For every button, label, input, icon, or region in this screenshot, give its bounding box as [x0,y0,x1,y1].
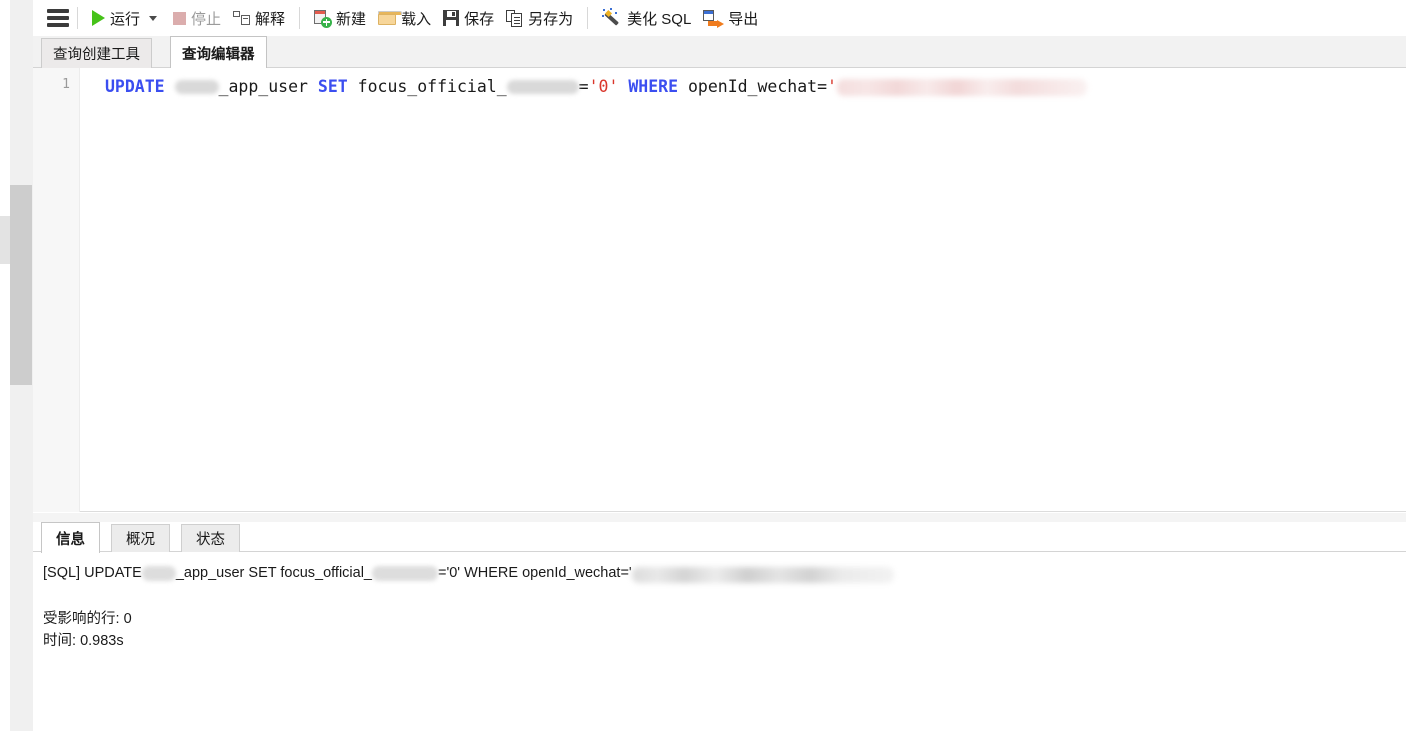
beautify-sql-button-label: 美化 SQL [627,10,692,28]
sql-where-op: = [817,77,828,96]
tab-query-builder[interactable]: 查询创建工具 [41,38,152,68]
new-button-label: 新建 [336,10,367,28]
redacted-where-value [836,79,1087,96]
affected-rows-value: 0 [123,611,132,627]
result-panel: 信息 概况 状态 [SQL] UPDATE _app_user SET focus… [33,522,1406,731]
line-number-gutter: 1 [33,68,80,512]
result-log: [SQL] UPDATE _app_user SET focus_official… [43,562,1393,652]
tab-info[interactable]: 信息 [41,522,100,553]
tab-query-editor[interactable]: 查询编辑器 [170,36,267,69]
explain-button[interactable]: 解释 [227,3,291,33]
log-spacer [43,584,1393,608]
load-button-label: 载入 [401,10,432,28]
log-sql-prefix: [SQL] UPDATE [43,565,142,581]
log-affected-rows: 受影响的行: 0 [43,608,1393,630]
tab-info-label: 信息 [56,531,85,548]
sql-set-value: '0' [588,77,619,96]
save-button-label: 保存 [464,10,495,28]
sql-code-line[interactable]: UPDATE _app_user SET focus_official_ ='0'… [105,77,1087,97]
time-value: 0.983s [80,633,124,649]
export-button[interactable]: 导出 [697,3,764,33]
sql-keyword-where: WHERE [628,77,679,96]
toolbar-separator [77,7,78,29]
hamburger-menu-icon[interactable] [47,8,69,28]
export-icon [703,10,725,28]
sql-table-suffix: _app_user [218,77,308,96]
panel-splitter[interactable] [33,513,1406,522]
log-elapsed-time: 时间: 0.983s [43,630,1393,652]
explain-icon [233,10,251,26]
sql-editor-window: 运行 停止 解释 新建 载入 保存 另存为 美化 SQL 导出 查询创建工具 查… [0,0,1406,731]
tab-query-builder-label: 查询创建工具 [53,47,140,63]
log-sql-line: [SQL] UPDATE _app_user SET focus_official… [43,562,1393,584]
sql-column-prefix: focus_official_ [357,77,507,96]
stop-icon [173,11,187,25]
tab-query-editor-label: 查询编辑器 [182,46,255,63]
run-button[interactable]: 运行 [86,3,167,33]
tab-status-label: 状态 [196,532,225,548]
editor-tab-bar: 查询创建工具 查询编辑器 [33,36,1406,69]
sql-where-column: openId_wechat [687,77,818,96]
play-icon [92,10,105,26]
export-button-label: 导出 [728,10,759,28]
new-file-icon [314,9,333,28]
line-number: 1 [62,77,70,92]
sql-keyword-update: UPDATE [105,77,165,96]
vertical-scrollbar-thumb[interactable] [10,185,32,385]
result-tab-bar: 信息 概况 状态 [33,522,1406,553]
panel-collapse-handle[interactable] [0,216,10,264]
main-toolbar: 运行 停止 解释 新建 载入 保存 另存为 美化 SQL 导出 [33,0,1406,36]
sql-editor-area[interactable]: 1 UPDATE _app_user SET focus_official_ ='… [33,68,1406,512]
stop-button[interactable]: 停止 [167,3,227,33]
save-as-button-label: 另存为 [528,10,574,28]
folder-icon [378,11,403,25]
save-as-button[interactable]: 另存为 [500,3,579,33]
sql-where-quote: ' [827,77,837,96]
run-button-label: 运行 [110,10,141,28]
toolbar-separator [587,7,589,29]
magic-wand-icon [602,8,622,27]
sql-assign-op: = [578,77,589,96]
redacted-log-column-suffix [372,565,438,581]
redacted-column-suffix [506,79,579,94]
redacted-table-prefix [174,79,219,94]
log-sql-mid1: _app_user SET focus_official_ [175,565,372,581]
tab-profile-label: 概况 [126,532,155,548]
beautify-sql-button[interactable]: 美化 SQL [596,3,697,33]
redacted-log-table-prefix [141,565,176,581]
sql-keyword-set: SET [317,77,348,96]
chevron-down-icon[interactable] [149,15,158,21]
left-scrollbar-strip [0,0,33,731]
tab-status[interactable]: 状态 [181,524,240,552]
load-button[interactable]: 载入 [372,3,437,33]
save-icon [443,10,460,26]
new-button[interactable]: 新建 [308,3,372,33]
redacted-log-where-value [631,567,894,584]
toolbar-separator [299,7,301,29]
affected-rows-label: 受影响的行: [43,611,120,627]
stop-button-label: 停止 [191,10,222,28]
explain-button-label: 解释 [255,10,286,28]
tab-profile[interactable]: 概况 [111,524,170,552]
save-button[interactable]: 保存 [437,3,500,33]
save-as-icon [506,9,523,27]
time-label: 时间: [43,633,77,649]
log-sql-mid2: ='0' WHERE openId_wechat=' [438,565,632,581]
